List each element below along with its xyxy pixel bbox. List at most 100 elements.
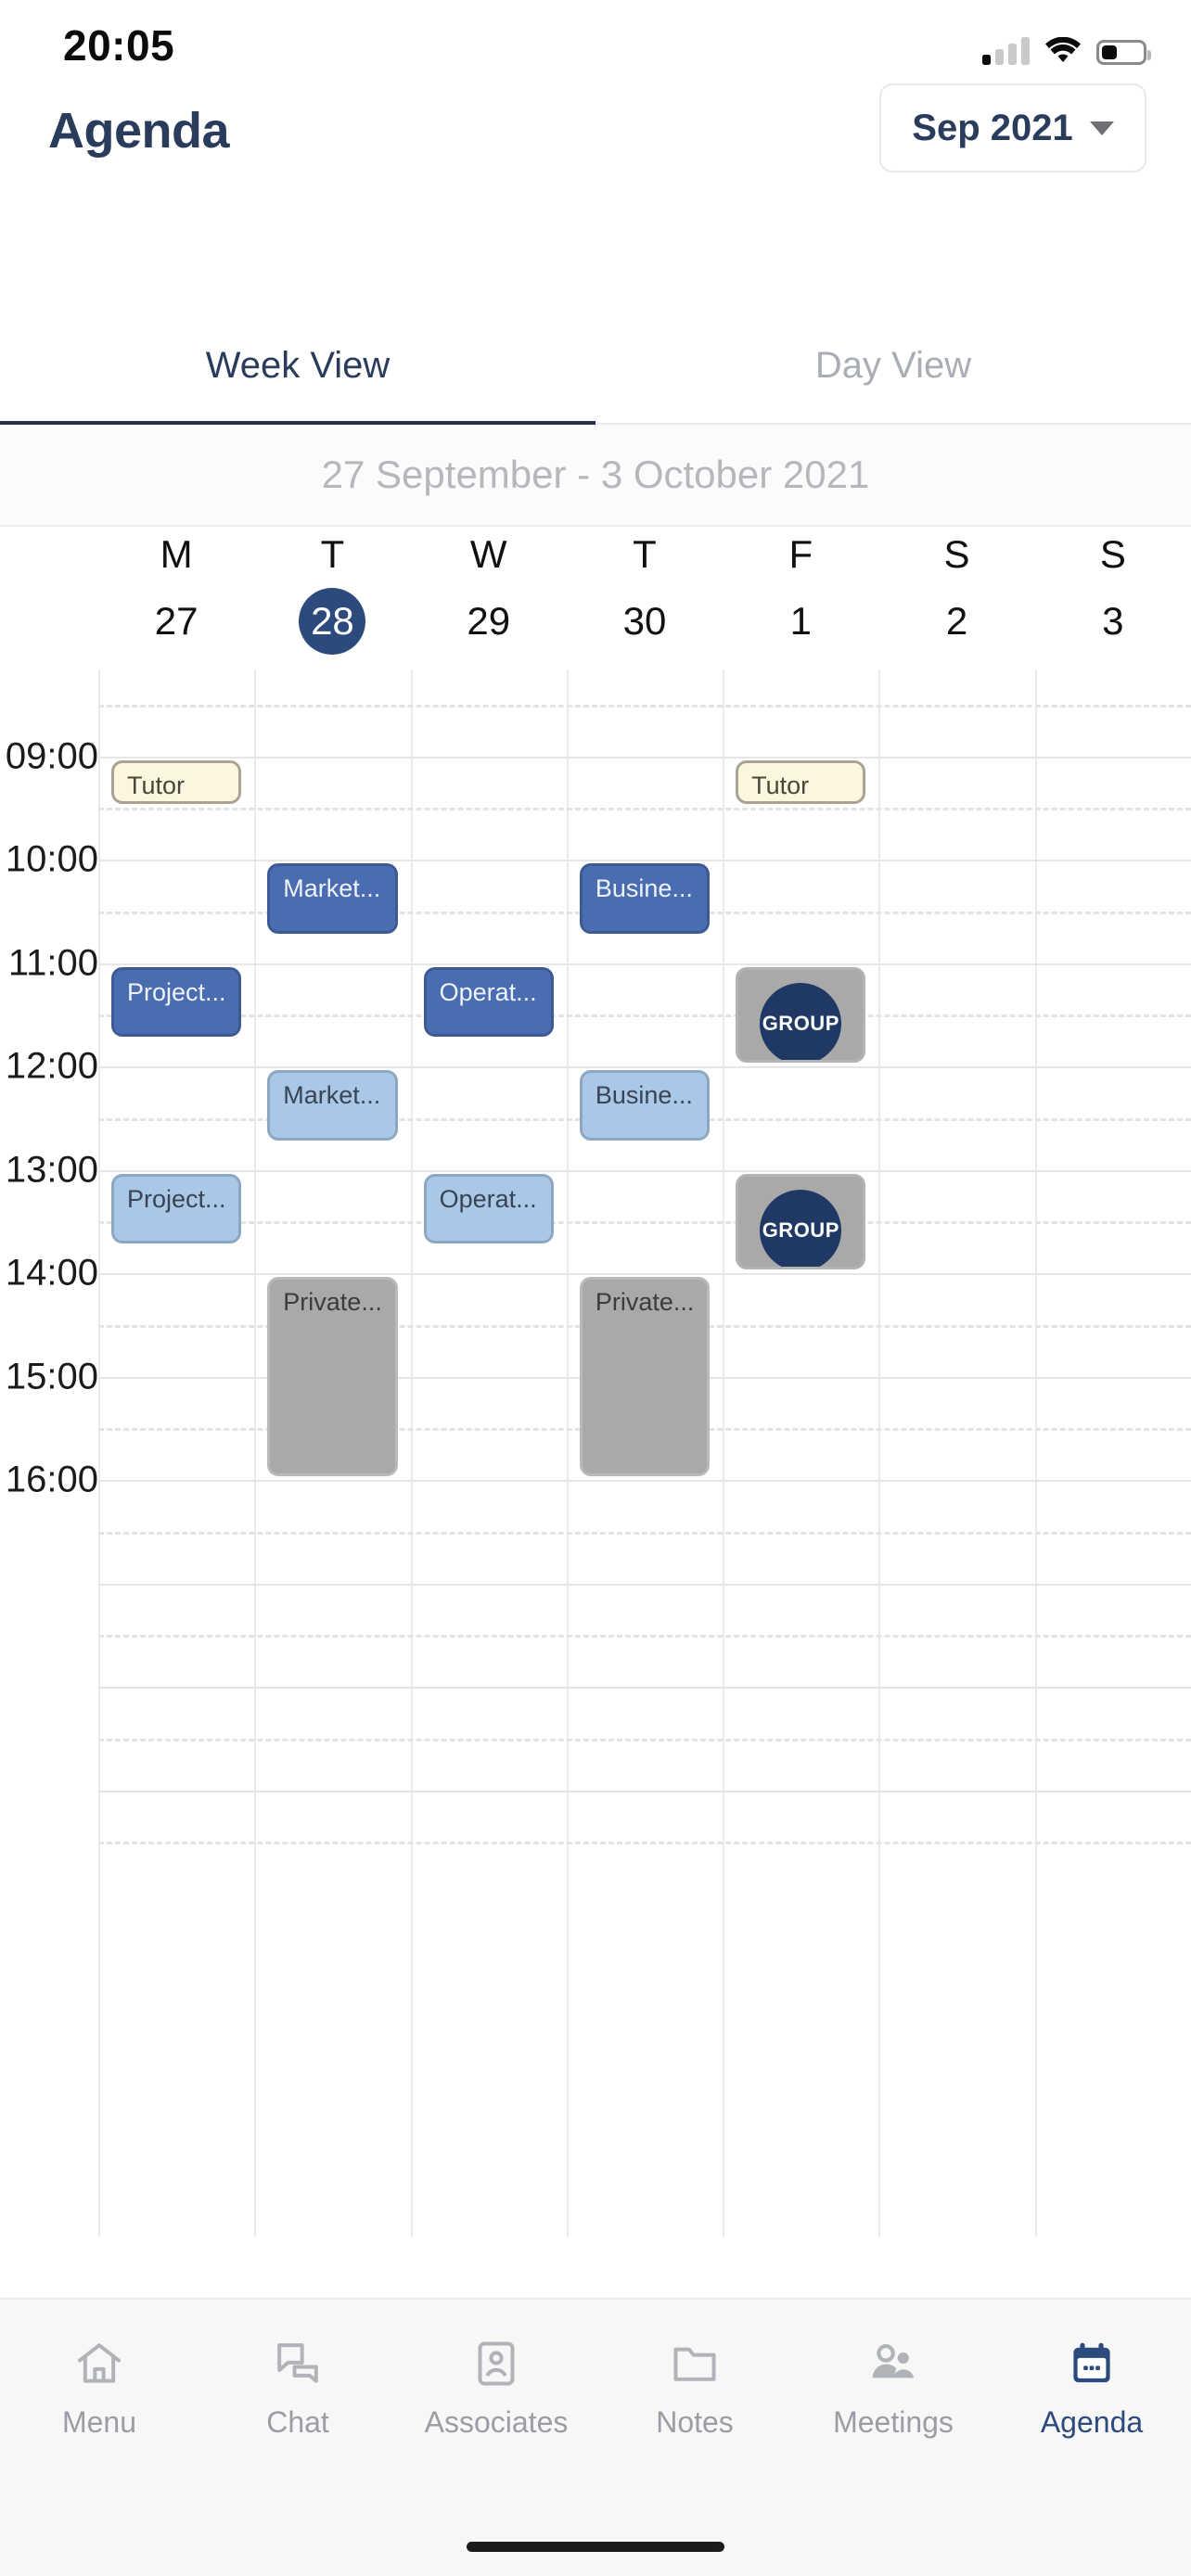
people-icon <box>866 2337 920 2391</box>
date-label: 1 <box>789 599 812 643</box>
chevron-down-icon <box>1089 121 1114 135</box>
grid-half-hour-line <box>98 1221 1191 1225</box>
day-column-header-2[interactable]: S2 <box>878 527 1034 670</box>
contact-card-icon <box>469 2337 523 2391</box>
bottom-navigation: Menu Chat Associates Notes Meetings Agenda <box>0 2298 1191 2576</box>
battery-icon <box>1096 40 1151 65</box>
calendar-event[interactable]: Private... <box>267 1277 398 1476</box>
time-axis-label: 16:00 <box>5 1459 98 1500</box>
chat-icon <box>271 2337 325 2391</box>
time-axis-label: 15:00 <box>5 1356 98 1396</box>
calendar-event[interactable]: Project... <box>111 966 242 1038</box>
calendar-event[interactable]: Busine... <box>579 1070 711 1141</box>
grid-body[interactable]: Tutor Tutor Market... Busine... Project... Op… <box>98 670 1191 2237</box>
calendar-event[interactable]: Busine... <box>579 863 711 934</box>
nav-item-notes[interactable]: Notes <box>596 2337 794 2494</box>
day-column-header-30[interactable]: T 30 <box>567 527 723 670</box>
date-label: 30 <box>622 599 667 643</box>
time-axis-label: 10:00 <box>5 838 98 880</box>
month-selector-label: Sep 2021 <box>912 107 1073 148</box>
day-column-header-3[interactable]: S3 <box>1035 527 1191 670</box>
tab-day-view[interactable]: Day View <box>596 306 1191 425</box>
grid-column-line <box>566 670 569 2237</box>
time-axis-label: 09:00 <box>5 735 98 776</box>
grid-hour-line <box>98 1273 1191 1275</box>
time-axis-label: 12:00 <box>5 1045 98 1087</box>
grid-half-hour-line <box>98 1738 1191 1741</box>
grid-half-hour-line <box>98 704 1191 708</box>
calendar-event[interactable]: GROUPGroup ... <box>736 966 866 1063</box>
time-axis-label: 14:00 <box>5 1252 98 1294</box>
time-axis-label: 11:00 <box>7 942 98 983</box>
calendar-event[interactable]: Project... <box>111 1173 242 1244</box>
status-time: 20:05 <box>63 21 175 70</box>
grid-hour-line <box>98 963 1191 965</box>
tab-week-view[interactable]: Week View <box>0 306 596 425</box>
calendar-event[interactable]: Market... <box>267 863 398 934</box>
grid-hour-line <box>98 860 1191 861</box>
grid-column-line <box>254 670 257 2237</box>
month-selector-button[interactable]: Sep 2021 <box>879 83 1146 172</box>
day-of-week-label: S <box>1099 532 1126 576</box>
nav-item-associates[interactable]: Associates <box>397 2337 596 2494</box>
nav-item-meetings[interactable]: Meetings <box>794 2337 992 2494</box>
day-of-week-label: S <box>943 532 970 576</box>
calendar-event[interactable]: Operat... <box>423 966 554 1038</box>
event-title: Project... <box>127 977 226 1006</box>
nav-item-menu[interactable]: Menu <box>0 2337 198 2494</box>
date-label: 29 <box>467 599 511 643</box>
group-badge-icon: GROUP <box>760 1189 842 1268</box>
event-title: Private... <box>595 1288 695 1316</box>
nav-item-agenda[interactable]: Agenda <box>992 2337 1191 2494</box>
calendar-event[interactable]: Tutor <box>111 759 242 805</box>
today-date-badge: 28 <box>299 588 366 655</box>
date-label: 2 <box>945 599 968 643</box>
weekday-header: M 27 T 28 W 29 T 30 F 1 S 2 S 3 <box>0 527 1191 670</box>
nav-item-label: Notes <box>656 2405 734 2439</box>
event-title: Market... <box>283 874 381 902</box>
status-icons <box>982 32 1151 65</box>
calendar-event[interactable]: Tutor <box>736 759 866 805</box>
time-axis-label: 13:00 <box>5 1149 98 1190</box>
nav-item-chat[interactable]: Chat <box>198 2337 397 2494</box>
nav-item-label: Menu <box>61 2405 137 2439</box>
calendar-event[interactable]: Private... <box>579 1277 711 1476</box>
grid-column-line <box>98 670 100 2237</box>
day-of-week-label: T <box>633 532 657 576</box>
day-column-header-29[interactable]: W 29 <box>411 527 567 670</box>
cellular-signal-icon <box>982 37 1030 65</box>
calendar-event[interactable]: Operat... <box>423 1173 554 1244</box>
grid-half-hour-line <box>98 808 1191 811</box>
group-badge-label: GROUP <box>762 1011 839 1035</box>
nav-item-label: Associates <box>424 2405 569 2439</box>
day-column-header-1[interactable]: F1 <box>723 527 878 670</box>
day-of-week-label: T <box>320 532 345 576</box>
event-title: Project... <box>127 1184 226 1213</box>
grid-half-hour-line <box>98 1014 1191 1018</box>
view-tabs: Week View Day View <box>0 306 1191 427</box>
grid-column-line <box>1034 670 1037 2237</box>
grid-hour-line <box>98 1687 1191 1689</box>
date-range-bar[interactable]: 27 September - 3 October 2021 <box>0 425 1191 527</box>
home-indicator[interactable] <box>467 2542 724 2552</box>
time-axis-label: 08:00 <box>0 670 98 674</box>
grid-column-line <box>723 670 725 2237</box>
status-bar: 20:05 <box>0 0 1191 89</box>
calendar-event[interactable]: GROUPGroup ... <box>736 1173 866 1269</box>
calendar-event[interactable]: Market... <box>267 1070 398 1141</box>
day-of-week-label: M <box>160 532 193 576</box>
folder-icon <box>668 2337 722 2391</box>
grid-hour-line <box>98 756 1191 759</box>
day-column-header-28[interactable]: T 28 <box>254 527 410 670</box>
event-title: Operat... <box>439 977 537 1006</box>
grid-hour-line <box>98 1066 1191 1068</box>
nav-item-label: Meetings <box>833 2405 954 2439</box>
calendar-icon <box>1065 2337 1119 2391</box>
calendar-grid[interactable]: 08:00 09:00 10:00 11:00 12:00 13:00 14:00 15:00… <box>0 670 1191 2237</box>
grid-column-line <box>878 670 881 2237</box>
grid-hour-line <box>98 1583 1191 1586</box>
grid-hour-line <box>98 1169 1191 1172</box>
day-column-header-27[interactable]: M 27 <box>98 527 254 670</box>
date-label: 27 <box>154 599 198 643</box>
grid-hour-line <box>98 1790 1191 1792</box>
